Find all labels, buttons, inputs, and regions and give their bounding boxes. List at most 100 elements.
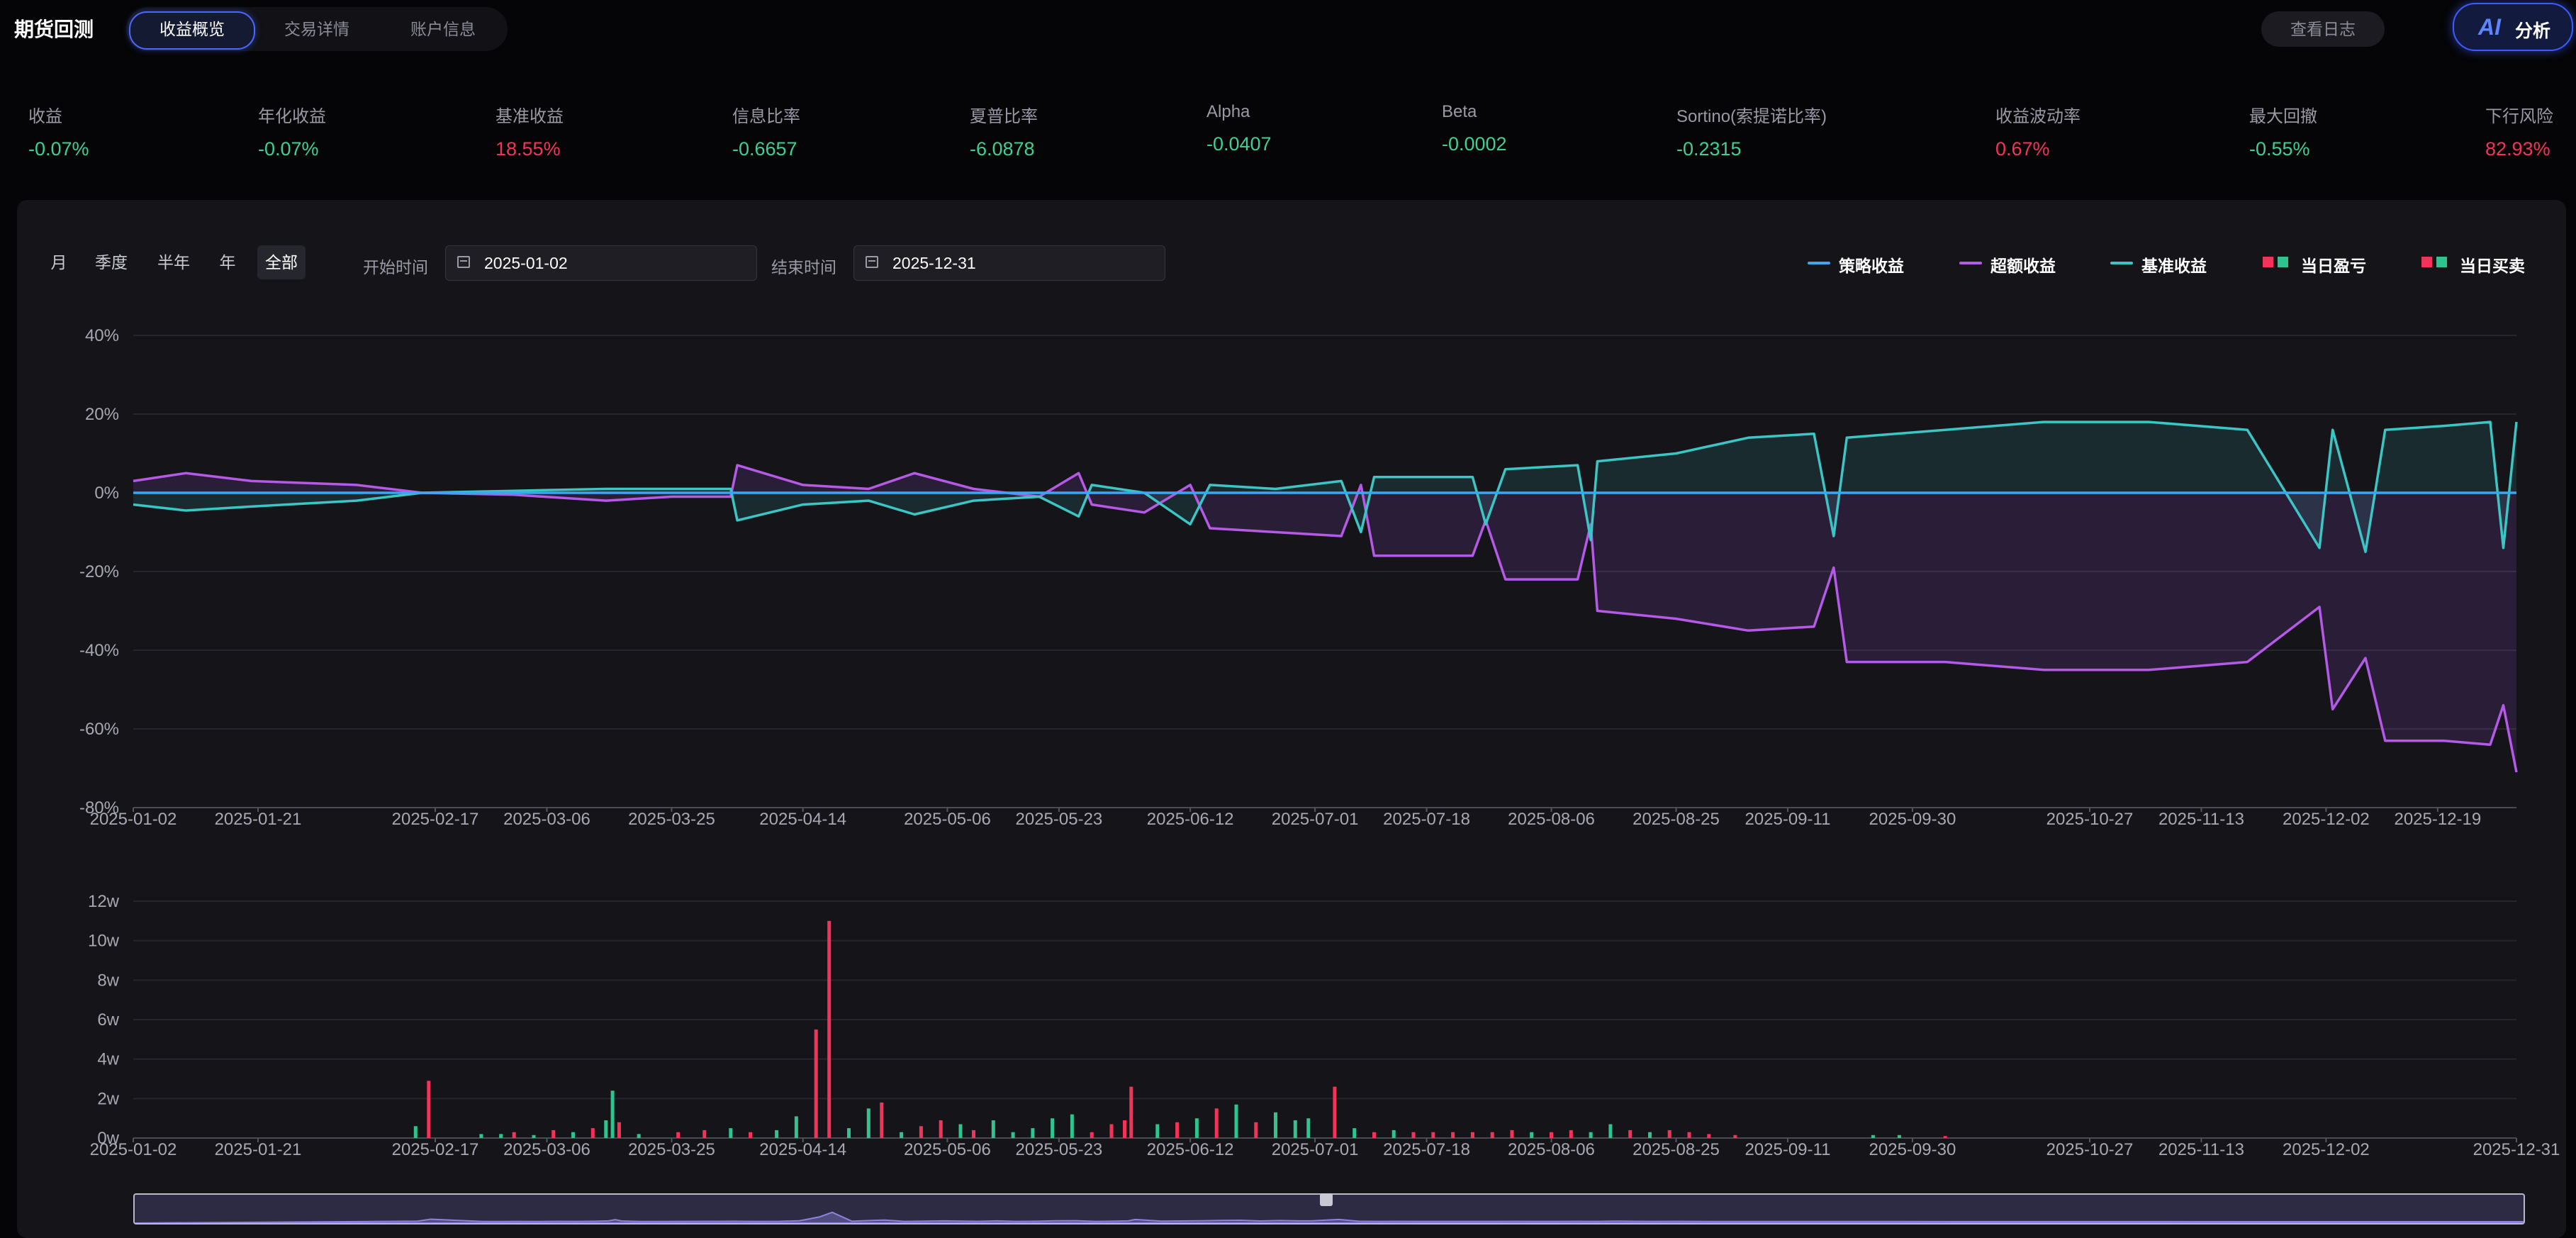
volume-bar [512,1132,516,1138]
volume-bar [1109,1124,1114,1138]
volume-bar [1306,1118,1311,1138]
volume-bar [794,1116,798,1138]
x-tick-label: 2025-09-30 [1869,810,1956,829]
x-tick-label: 2025-08-06 [1508,810,1595,829]
y-tick-label: 0% [94,484,119,503]
y-tick-label: 12w [88,892,120,911]
x-tick-label: 2025-06-12 [1147,810,1234,829]
volume-bar [676,1132,681,1138]
series-area [133,465,2516,773]
x-tick-label: 2025-09-11 [1745,810,1830,829]
x-tick-label: 2025-03-25 [628,810,715,829]
volume-bar [1254,1122,1258,1138]
x-tick-label: 2025-07-18 [1383,1140,1470,1159]
x-tick-label: 2025-05-23 [1016,810,1103,829]
volume-bar [814,1029,818,1138]
volume-bar [749,1132,753,1138]
volume-bar [610,1091,615,1138]
volume-bar [1648,1132,1652,1138]
volume-bar [729,1128,733,1138]
volume-bar [1431,1132,1435,1138]
return-charts[interactable]: 40%20%0%-20%-40%-60%-80%2025-01-02 2025-0… [0,0,2576,1238]
volume-bar [1129,1086,1133,1138]
x-tick-label: 2025-09-11 [1745,1140,1830,1159]
volume-bar [1372,1132,1376,1138]
volume-bar [571,1132,575,1138]
volume-bar [532,1134,536,1138]
y-tick-label: 40% [85,326,119,345]
volume-bar [637,1134,641,1138]
volume-bar [479,1134,483,1138]
volume-bar [900,1132,904,1138]
volume-bar [413,1126,418,1138]
volume-bar [775,1130,779,1138]
x-tick-label: 2025-07-18 [1383,810,1470,829]
volume-bar [880,1102,884,1138]
y-tick-label: -40% [79,641,119,660]
y-tick-label: 8w [97,971,119,990]
x-tick-label: 2025-02-17 [392,810,479,829]
volume-bar [1707,1134,1711,1138]
volume-bar [1214,1108,1219,1139]
x-tick-label: 2025-04-14 [759,810,846,829]
volume-bar [1608,1124,1613,1138]
volume-bar [1391,1130,1396,1138]
volume-bar [1274,1112,1277,1138]
volume-bar [972,1130,975,1138]
x-tick-label: 2025-10-27 [2046,810,2134,829]
volume-bar [1569,1130,1573,1138]
volume-bar [827,920,831,1138]
x-tick-label: 2025-12-02 [2283,810,2370,829]
volume-bar [1155,1124,1160,1138]
zoom-drag-handle[interactable] [1320,1193,1333,1206]
volume-bar [427,1081,431,1138]
x-tick-label: 2025-12-02 [2283,1140,2370,1159]
volume-bar [939,1120,943,1138]
volume-bar [1293,1120,1297,1138]
volume-bar [919,1126,923,1138]
volume-bar [1175,1122,1180,1138]
x-tick-label: 2025-06-12 [1147,1140,1234,1159]
volume-bar [1510,1130,1514,1138]
x-tick-label: 2025-08-06 [1508,1140,1595,1159]
y-tick-label: 10w [88,932,120,951]
x-tick-label: 2025-05-06 [904,810,991,829]
volume-bar [702,1130,707,1138]
volume-bar [1589,1132,1593,1138]
date-zoom-slider[interactable] [133,1193,2525,1225]
volume-bar [1051,1118,1055,1138]
y-tick-label: 20% [85,405,119,424]
volume-bar [1687,1132,1691,1138]
volume-bar [1667,1130,1671,1138]
volume-bar [1070,1114,1074,1138]
y-tick-label: 4w [97,1050,119,1069]
volume-bar [1451,1132,1455,1138]
volume-bar [1194,1118,1199,1138]
volume-bar [590,1128,595,1138]
y-tick-label: -60% [79,720,119,739]
returns-line-chart: 40%20%0%-20%-40%-60%-80%2025-01-02 2025-0… [79,326,2518,829]
x-tick-label: 2025-11-13 [2158,810,2244,829]
x-tick-label: 2025-11-13 [2158,1140,2244,1159]
x-tick-label: 2025-03-25 [628,1140,715,1159]
y-tick-label: -20% [79,562,119,581]
volume-bar [1234,1104,1238,1138]
x-tick-label: 2025-07-01 [1272,1140,1359,1159]
x-tick-label: 2025-01-02 [90,810,177,829]
daily-volume-bar-chart: 12w10w8w6w4w2w0w2025-01-02 2025-01-21 2025… [88,892,2560,1159]
x-tick-label: 2025-07-01 [1272,810,1359,829]
x-tick-label: 2025-12-19 [2394,810,2481,829]
volume-bar [1897,1134,1901,1138]
volume-bar [1333,1086,1337,1138]
volume-bar [1011,1132,1015,1138]
x-tick-label: 2025-05-23 [1016,1140,1103,1159]
volume-bar [1031,1128,1035,1138]
volume-bar [1123,1120,1126,1138]
x-tick-label: 2025-12-31 [2473,1140,2560,1159]
volume-bar [991,1120,995,1138]
volume-bar [604,1120,608,1138]
volume-bar [1550,1132,1553,1138]
x-tick-label: 2025-08-25 [1633,1140,1720,1159]
x-tick-label: 2025-10-27 [2046,1140,2134,1159]
x-tick-label: 2025-05-06 [904,1140,991,1159]
